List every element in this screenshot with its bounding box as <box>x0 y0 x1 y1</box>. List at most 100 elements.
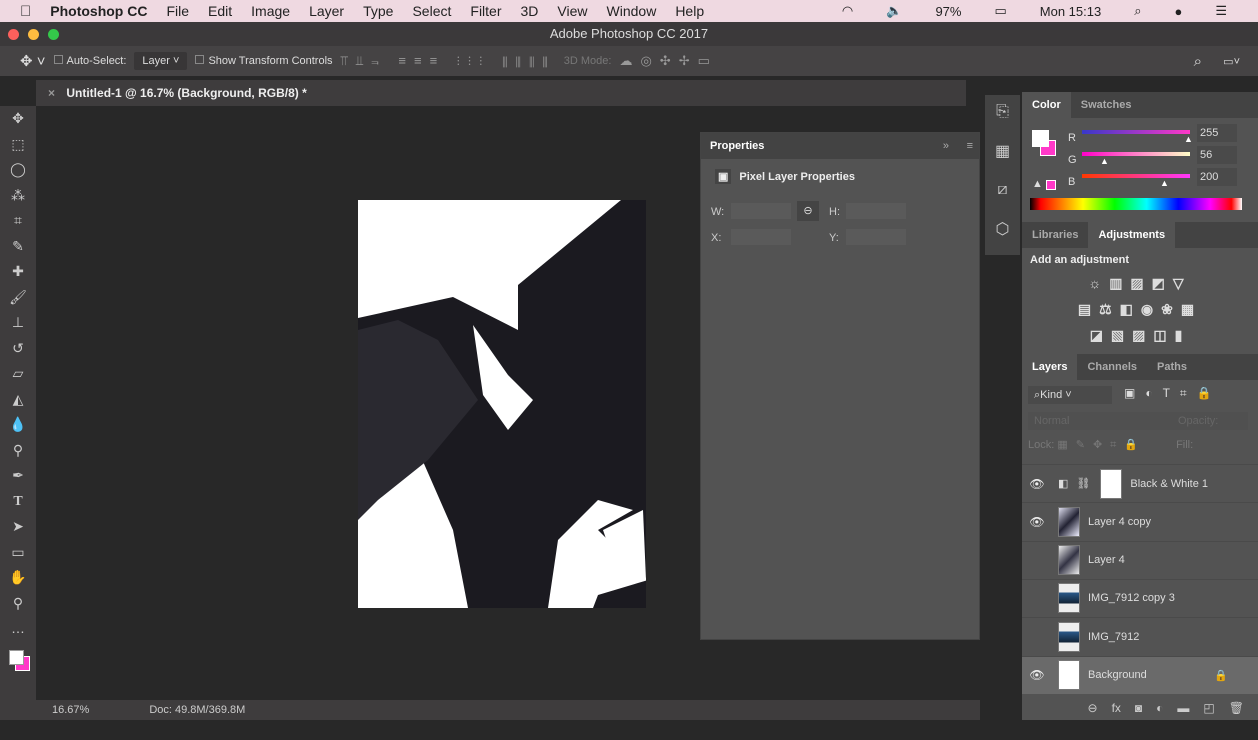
menu-window[interactable]: Window <box>607 3 657 19</box>
lock-icons[interactable]: ▦✎✥⌗🔒 <box>1057 439 1146 451</box>
clock[interactable]: Mon 15:13 <box>1040 4 1101 19</box>
adjustment-icons[interactable]: ☼▥▨◩▽ ▤⚖◧◉❀▦ ◪▧▨◫▮ <box>1030 270 1250 348</box>
gamut-warning-icon[interactable]: ▲ <box>1032 178 1043 190</box>
gamut-swatch[interactable] <box>1046 180 1056 190</box>
lasso-tool-icon[interactable]: ◯ <box>10 161 26 179</box>
new-layer-icon[interactable]: ◰ <box>1203 701 1214 715</box>
crop-tool-icon[interactable]: ⌗ <box>14 212 22 230</box>
battery-percent[interactable]: 97% <box>935 4 961 19</box>
width-field[interactable] <box>731 203 791 219</box>
new-group-icon[interactable]: ▬ <box>1177 701 1189 715</box>
eraser-tool-icon[interactable]: ▱ <box>13 365 24 383</box>
g-value[interactable]: 56 <box>1197 146 1237 164</box>
blur-tool-icon[interactable]: 💧 <box>9 416 26 434</box>
zoom-level[interactable]: 16.67% <box>52 704 89 716</box>
document-tab[interactable]: × Untitled-1 @ 16.7% (Background, RGB/8)… <box>36 80 966 106</box>
tab-swatches[interactable]: Swatches <box>1071 92 1142 118</box>
x-field[interactable] <box>731 229 791 245</box>
minimize-window-button[interactable] <box>28 29 39 40</box>
layer-row[interactable]: 👁 ◧ ⛓ Black & White 1 <box>1022 464 1258 502</box>
path-selection-tool-icon[interactable]: ➤ <box>12 518 24 536</box>
blend-mode-dropdown[interactable]: Normal Opacity: <box>1028 412 1248 430</box>
color-ramp[interactable] <box>1030 198 1242 210</box>
layer-row[interactable]: IMG_7912 <box>1022 617 1258 655</box>
zoom-window-button[interactable] <box>48 29 59 40</box>
3d-panel-icon[interactable]: ⬡ <box>996 219 1010 239</box>
add-mask-icon[interactable]: ◙ <box>1135 701 1142 715</box>
fx-icon[interactable]: fx <box>1112 701 1121 715</box>
menu-select[interactable]: Select <box>412 3 451 19</box>
b-slider-thumb[interactable]: ▲ <box>1160 178 1169 188</box>
tab-layers[interactable]: Layers <box>1022 354 1078 380</box>
type-tool-icon[interactable]: T <box>13 493 22 511</box>
chain-icon[interactable]: ⛓ <box>1076 477 1090 490</box>
tab-libraries[interactable]: Libraries <box>1022 222 1088 248</box>
stamp-tool-icon[interactable]: ⊥ <box>12 314 24 332</box>
show-transform-checkbox[interactable]: Show Transform Controls <box>195 55 333 67</box>
menu-file[interactable]: File <box>166 3 189 19</box>
zoom-tool-icon[interactable]: ⚲ <box>13 595 23 613</box>
layer-row[interactable]: 👁 Layer 4 copy <box>1022 502 1258 540</box>
healing-brush-tool-icon[interactable]: ✚ <box>12 263 24 281</box>
filter-kind-dropdown[interactable]: ⌕Kind ˅ <box>1028 386 1112 404</box>
dodge-tool-icon[interactable]: ⚲ <box>13 442 23 460</box>
menu-layer[interactable]: Layer <box>309 3 344 19</box>
hand-tool-icon[interactable]: ✋ <box>9 569 26 587</box>
battery-icon[interactable]: ▭ <box>994 3 1006 19</box>
pen-tool-icon[interactable]: ✒ <box>12 467 24 485</box>
r-value[interactable]: 255 <box>1197 124 1237 142</box>
rectangle-tool-icon[interactable]: ▭ <box>11 544 24 562</box>
paragraph-panel-icon[interactable]: ⧄ <box>997 181 1007 199</box>
doc-size[interactable]: Doc: 49.8M/369.8M <box>149 704 245 716</box>
properties-panel-icon[interactable]: ▦ <box>995 141 1010 161</box>
auto-select-checkbox[interactable]: Auto-Select: <box>53 55 126 67</box>
y-field[interactable] <box>846 229 906 245</box>
menu-type[interactable]: Type <box>363 3 393 19</box>
b-value[interactable]: 200 <box>1197 168 1237 186</box>
layer-row[interactable]: IMG_7912 copy 3 <box>1022 578 1258 617</box>
eyedropper-tool-icon[interactable]: ✎ <box>12 238 24 256</box>
filter-icons[interactable]: ▣◐T⌗🔒 <box>1124 386 1222 401</box>
layer-row[interactable]: Layer 4 <box>1022 540 1258 579</box>
collapse-icon[interactable]: » <box>943 140 949 152</box>
menu-3d[interactable]: 3D <box>521 3 539 19</box>
new-adjustment-icon[interactable]: ◐ <box>1156 701 1163 715</box>
color-swatches[interactable] <box>5 646 31 672</box>
visibility-eye-icon[interactable]: 👁 <box>1022 477 1052 491</box>
align-icons[interactable]: ⫪⫫⫬ ≡≡≡ ⫶⫶⫶ ⦀⦀⦀⦀ <box>341 53 556 69</box>
visibility-eye-icon[interactable]: 👁 <box>1022 515 1052 529</box>
menu-view[interactable]: View <box>557 3 587 19</box>
brush-tool-icon[interactable]: 🖌 <box>9 289 27 307</box>
auto-select-dropdown[interactable]: Layer ˅ <box>134 52 188 70</box>
panel-menu-icon[interactable]: ≡ <box>967 140 973 152</box>
menu-edit[interactable]: Edit <box>208 3 232 19</box>
visibility-eye-icon[interactable]: 👁 <box>1022 668 1052 682</box>
b-slider[interactable] <box>1082 174 1190 178</box>
layer-row[interactable]: 👁 Background 🔒 <box>1022 655 1258 694</box>
document-canvas[interactable] <box>358 200 646 608</box>
tab-color[interactable]: Color <box>1022 92 1071 118</box>
delete-layer-icon[interactable]: 🗑 <box>1229 701 1244 715</box>
search-icon[interactable]: ⌕ <box>1194 53 1202 70</box>
height-field[interactable] <box>846 203 906 219</box>
link-layers-icon[interactable]: ⊖ <box>1088 701 1098 715</box>
menu-app[interactable]: Photoshop CC <box>50 3 147 19</box>
move-tool-icon[interactable]: ✥ ˅ <box>20 52 46 70</box>
menu-filter[interactable]: Filter <box>470 3 501 19</box>
volume-icon[interactable]: 🔈 <box>886 3 902 19</box>
close-tab-icon[interactable]: × <box>48 86 55 100</box>
tab-paths[interactable]: Paths <box>1147 354 1197 380</box>
wifi-icon[interactable]: ◠ <box>842 3 853 19</box>
g-slider-thumb[interactable]: ▲ <box>1100 156 1109 166</box>
3d-mode-icons[interactable]: ☁◎✣✢▭ <box>619 53 717 69</box>
g-slider[interactable] <box>1082 152 1190 156</box>
close-window-button[interactable] <box>8 29 19 40</box>
more-tools-icon[interactable]: … <box>11 620 25 638</box>
history-brush-tool-icon[interactable]: ↺ <box>12 340 24 358</box>
magic-wand-tool-icon[interactable]: ⁂ <box>11 187 25 205</box>
tab-channels[interactable]: Channels <box>1077 354 1147 380</box>
menu-help[interactable]: Help <box>675 3 704 19</box>
spotlight-icon[interactable]: ⌕ <box>1134 3 1141 19</box>
apple-icon[interactable]:  <box>20 3 31 20</box>
link-icon[interactable]: ⊖ <box>797 201 819 221</box>
